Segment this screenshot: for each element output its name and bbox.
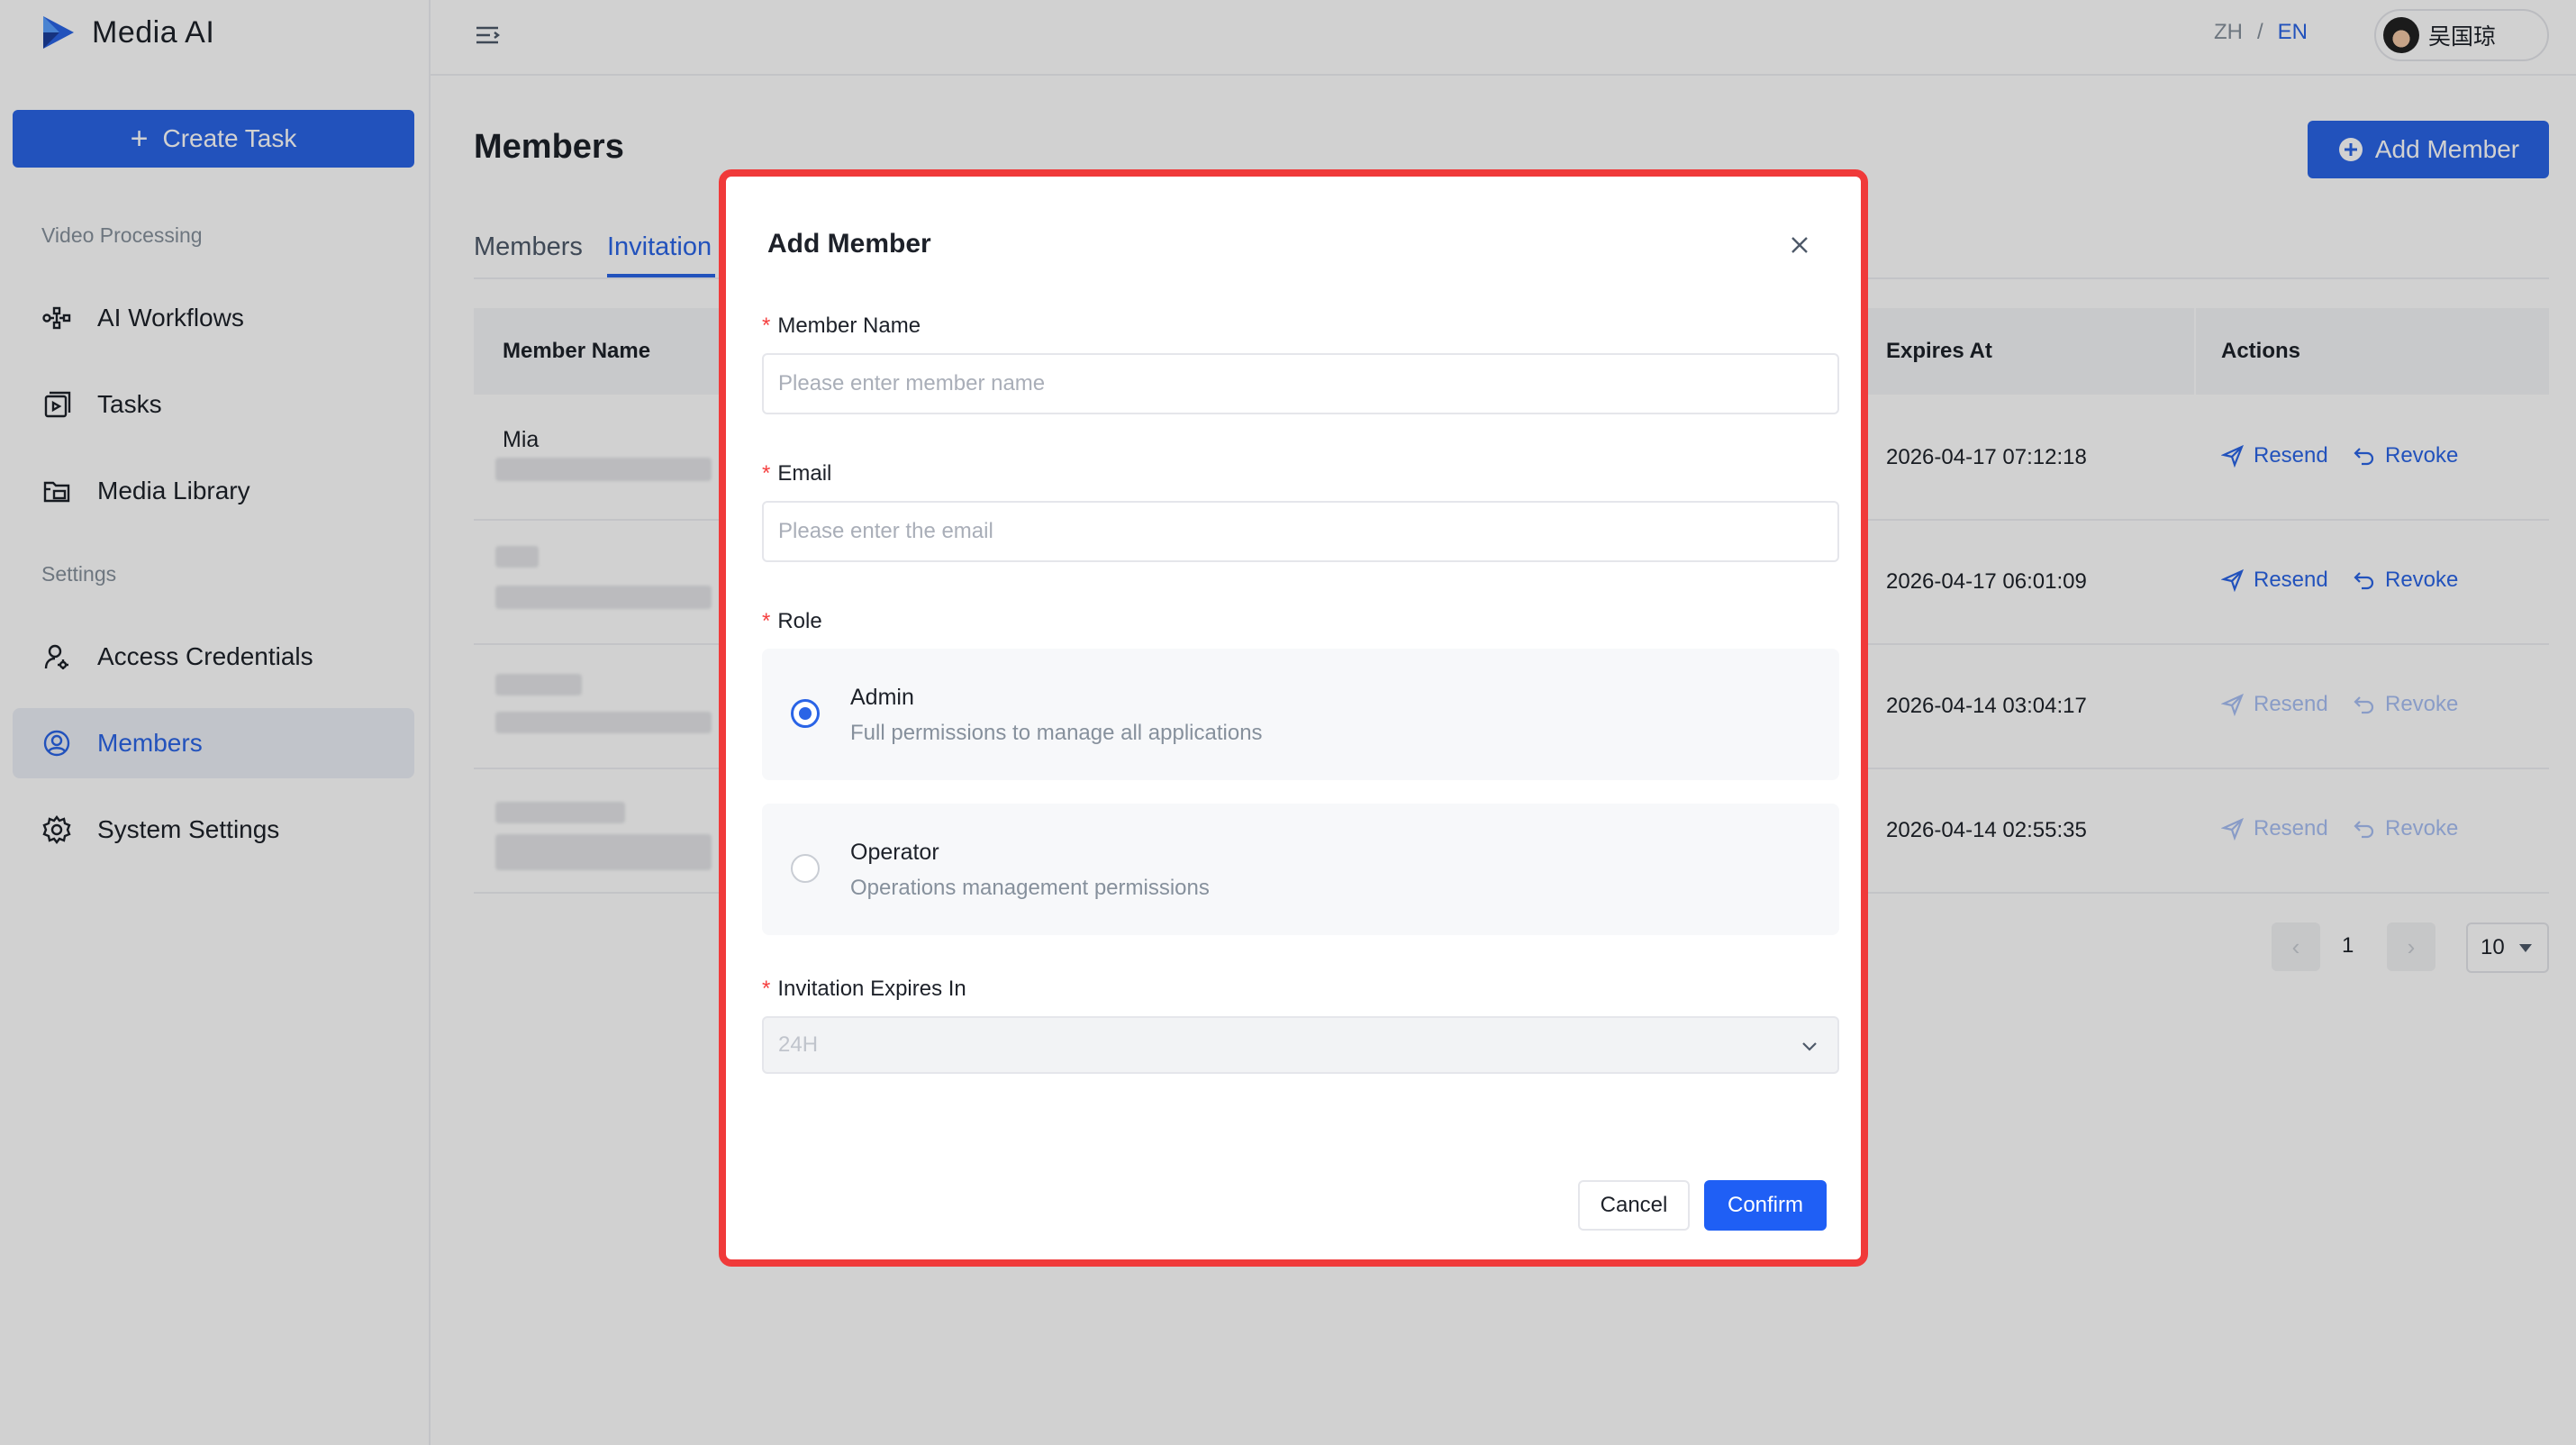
radio-admin[interactable] [791, 699, 820, 728]
email-label: * Email [762, 461, 832, 486]
role-label: * Role [762, 609, 822, 633]
dialog-title: Add Member [767, 229, 931, 259]
role-title: Admin [850, 685, 914, 710]
role-option-operator[interactable]: Operator Operations management permissio… [762, 804, 1839, 935]
confirm-button[interactable]: Confirm [1704, 1180, 1827, 1231]
role-title: Operator [850, 840, 939, 865]
required-asterisk: * [762, 314, 771, 338]
role-option-admin[interactable]: Admin Full permissions to manage all app… [762, 649, 1839, 780]
role-description: Operations management permissions [850, 876, 1210, 900]
cancel-button[interactable]: Cancel [1578, 1180, 1690, 1231]
add-member-dialog: Add Member *Member Name *Email *Role Adm… [719, 169, 1868, 1267]
invitation-expires-select[interactable]: 24H [762, 1016, 1839, 1074]
role-description: Full permissions to manage all applicati… [850, 721, 1263, 745]
chevron-down-icon [1802, 1042, 1817, 1051]
email-input[interactable] [762, 501, 1839, 562]
member-name-label: * Member Name [762, 314, 921, 338]
expires-selected-value: 24H [778, 1032, 819, 1057]
close-icon[interactable] [1787, 232, 1812, 258]
required-asterisk: * [762, 461, 771, 486]
required-asterisk: * [762, 609, 771, 633]
required-asterisk: * [762, 977, 771, 1001]
radio-operator[interactable] [791, 854, 820, 883]
invitation-expires-label: * Invitation Expires In [762, 977, 966, 1001]
member-name-input[interactable] [762, 353, 1839, 414]
